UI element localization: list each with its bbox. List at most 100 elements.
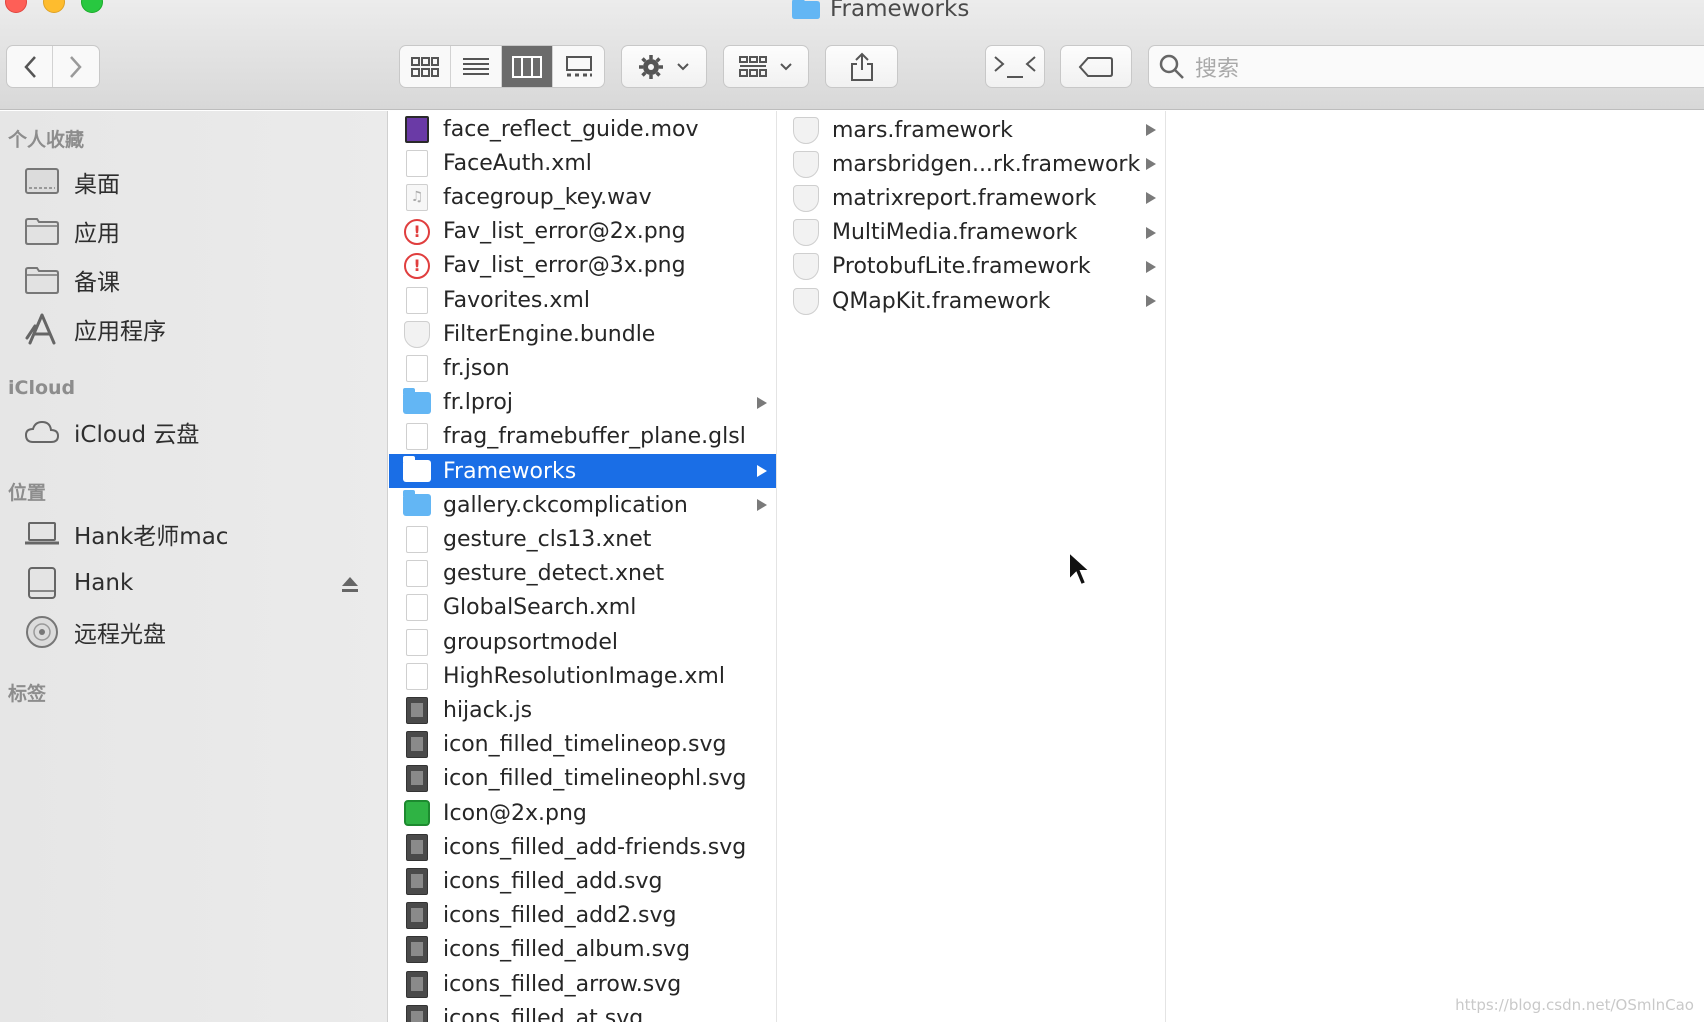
file-row[interactable]: fr.lproj [389,386,776,420]
file-row[interactable]: ! Fav_list_error@2x.png [389,215,776,249]
folder-icon [403,456,431,485]
svg-file-icon [403,833,431,861]
file-row[interactable]: gallery.ckcomplication [389,488,776,522]
svg-file-icon [403,1004,431,1022]
column-2: mars.framework marsbridgen...rk.framework… [778,111,1166,1022]
disclosure-arrow-icon [1146,295,1156,307]
file-row[interactable]: Favorites.xml [389,283,776,317]
action-menu-button[interactable] [621,45,707,88]
sidebar-item-applications[interactable]: 应用程序 [24,309,166,349]
file-row[interactable]: icons_filled_add2.svg [389,899,776,933]
file-row[interactable]: ProtobufLite.framework [778,250,1166,284]
chevron-down-icon [677,62,689,70]
window-title: Frameworks [792,0,969,24]
file-row[interactable]: icons_filled_album.svg [389,933,776,967]
gallery-view-button[interactable] [553,46,604,87]
sidebar-item-hank-disk[interactable]: Hank [24,563,133,603]
close-window-button[interactable] [5,0,27,13]
svg-file-icon [403,696,431,724]
folder-icon [24,213,60,249]
file-name: FilterEngine.bundle [443,321,656,347]
file-row[interactable]: icons_filled_arrow.svg [389,967,776,1001]
file-row[interactable]: icons_filled_add-friends.svg [389,830,776,864]
disclosure-arrow-icon [1146,226,1156,239]
file-name: icons_filled_album.svg [443,937,691,963]
file-name: MultiMedia.framework [832,220,1078,246]
sidebar-item-label: 桌面 [74,172,120,198]
file-row[interactable]: FaceAuth.xml [389,146,776,180]
forward-button[interactable] [53,46,99,87]
file-name: icon_filled_timelineophl.svg [443,766,747,792]
gear-icon [639,54,663,79]
file-row[interactable]: icons_filled_add.svg [389,864,776,898]
share-icon [850,52,873,81]
file-row[interactable]: icons_filled_at.svg [389,1001,776,1022]
desktop-icon [24,164,60,200]
sidebar-section-locations: 位置 [8,482,47,504]
sidebar-item-lessons[interactable]: 备课 [24,260,120,300]
search-field[interactable]: 搜索 [1148,45,1704,88]
sidebar-item-label: iCloud 云盘 [74,422,200,448]
tag-button[interactable] [1060,45,1132,88]
file-name: GlobalSearch.xml [443,595,637,621]
toolbar: Frameworks 搜索 [0,0,1704,110]
file-row[interactable]: ♫ facegroup_key.wav [389,180,776,214]
file-name: gallery.ckcomplication [443,492,688,518]
sidebar-item-label: Hank老师mac [74,524,229,550]
share-button[interactable] [825,45,898,88]
file-row[interactable]: mars.framework [778,113,1166,147]
terminal-button[interactable] [985,45,1045,88]
file-name: Fav_list_error@3x.png [443,253,686,279]
bundle-icon [792,150,820,178]
file-row[interactable]: Icon@2x.png [389,796,776,830]
file-row[interactable]: Frameworks [389,454,776,488]
search-icon [1159,54,1184,79]
file-row[interactable]: frag_framebuffer_plane.glsl [389,420,776,454]
file-icon [403,149,431,177]
file-row[interactable]: icon_filled_timelineophl.svg [389,762,776,796]
column-view-button[interactable] [502,46,553,87]
file-row[interactable]: gesture_cls13.xnet [389,522,776,556]
sidebar-item-desktop[interactable]: 桌面 [24,162,120,202]
minimize-window-button[interactable] [43,0,65,13]
file-row[interactable]: marsbridgen...rk.framework [778,147,1166,181]
file-row[interactable]: hijack.js [389,693,776,727]
sidebar-item-apps[interactable]: 应用 [24,211,120,251]
file-icon [403,560,431,588]
file-icon [403,662,431,690]
svg-file-icon [403,867,431,895]
icon-view-button[interactable] [400,46,451,87]
sidebar-item-label: Hank [74,570,134,596]
svg-file-icon [403,902,431,930]
group-by-button[interactable] [723,45,809,88]
list-view-button[interactable] [451,46,502,87]
sidebar-item-this-mac[interactable]: Hank老师mac [24,514,228,554]
file-row[interactable]: matrixreport.framework [778,181,1166,215]
file-name: hijack.js [443,697,533,723]
column-3 [1167,111,1704,1022]
zoom-window-button[interactable] [81,0,103,13]
sidebar-item-label: 应用 [74,221,120,247]
file-row[interactable]: icon_filled_timelineop.svg [389,728,776,762]
eject-icon[interactable] [340,574,360,594]
file-row[interactable]: ! Fav_list_error@3x.png [389,249,776,283]
file-row[interactable]: MultiMedia.framework [778,216,1166,250]
file-row[interactable]: QMapKit.framework [778,284,1166,318]
file-name: groupsortmodel [443,629,618,655]
sidebar-item-icloud-drive[interactable]: iCloud 云盘 [24,412,199,452]
sidebar-item-label: 远程光盘 [74,622,166,648]
file-row[interactable]: FilterEngine.bundle [389,317,776,351]
column-1: face_reflect_guide.mov FaceAuth.xml ♫ faceg… [389,111,777,1022]
sidebar-item-remote-disc[interactable]: 远程光盘 [24,612,166,652]
file-row[interactable]: HighResolutionImage.xml [389,659,776,693]
file-name: fr.json [443,355,510,381]
file-row[interactable]: face_reflect_guide.mov [389,112,776,146]
file-row[interactable]: GlobalSearch.xml [389,591,776,625]
file-row[interactable]: gesture_detect.xnet [389,557,776,591]
file-row[interactable]: groupsortmodel [389,625,776,659]
list-view-icon [463,57,489,75]
svg-file-icon [403,765,431,793]
file-row[interactable]: fr.json [389,351,776,385]
back-button[interactable] [7,46,53,87]
watermark: https://blog.csdn.net/OSmlnCao [1455,996,1694,1014]
